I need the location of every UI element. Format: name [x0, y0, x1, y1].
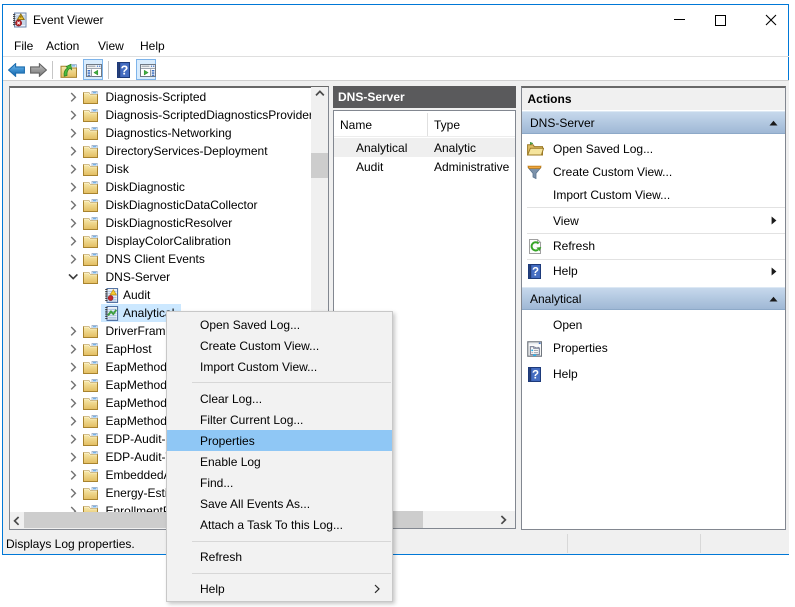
- svg-text:?: ?: [531, 266, 538, 278]
- svg-text:?: ?: [531, 369, 538, 381]
- svg-text:?: ?: [120, 64, 128, 78]
